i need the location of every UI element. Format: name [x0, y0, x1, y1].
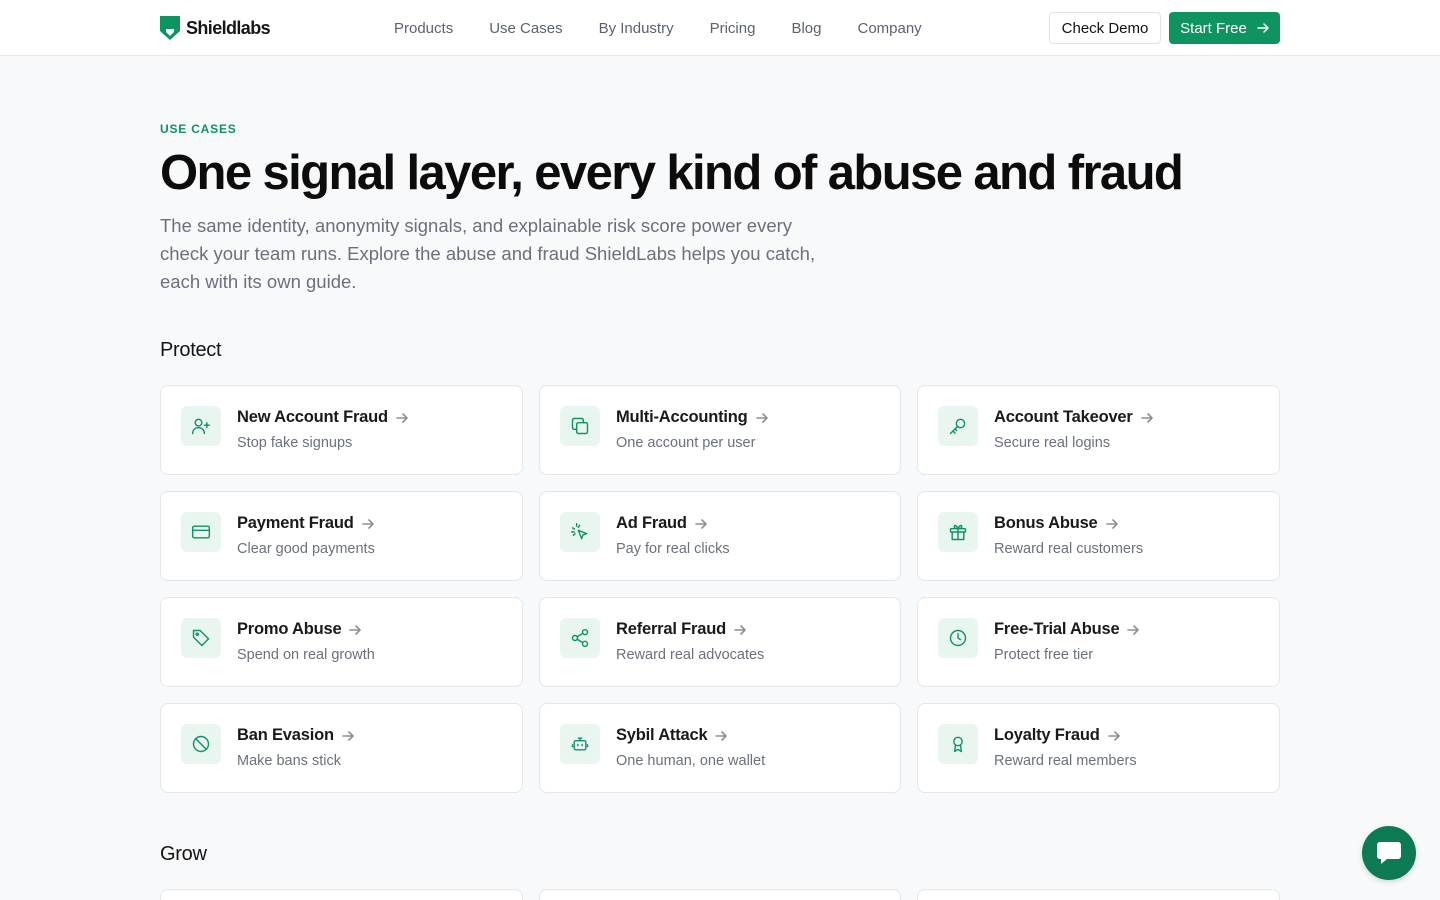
nav-company[interactable]: Company: [857, 20, 921, 37]
card-ban-evasion[interactable]: Ban Evasion Make bans stick: [160, 703, 523, 793]
protect-cards-grid: New Account Fraud Stop fake signups Mult…: [160, 385, 1280, 793]
icon-box: [938, 512, 978, 552]
card-title: Sybil Attack: [616, 726, 708, 744]
card-title: Account Takeover: [994, 408, 1133, 426]
nav-pricing[interactable]: Pricing: [710, 20, 756, 37]
card-subtitle: Protect free tier: [994, 647, 1094, 663]
grow-card[interactable]: [160, 889, 523, 900]
card-referral-fraud[interactable]: Referral Fraud Reward real advocates: [539, 597, 901, 687]
card-title: Ad Fraud: [616, 514, 687, 532]
card-free-trial-abuse[interactable]: Free-Trial Abuse Protect free tier: [917, 597, 1280, 687]
card-title: Loyalty Fraud: [994, 726, 1100, 744]
arrow-right-icon: [342, 730, 354, 741]
hero-subtitle: The same identity, anonymity signals, an…: [160, 215, 816, 292]
card-title: Promo Abuse: [237, 620, 342, 638]
card-subtitle: Clear good payments: [237, 541, 375, 557]
arrow-right-icon: [1257, 23, 1269, 33]
share-icon: [571, 628, 589, 648]
bot-icon: [571, 737, 589, 751]
icon-box: [938, 406, 978, 446]
gift-icon: [949, 524, 967, 541]
arrow-right-icon: [361, 518, 374, 529]
card-loyalty-fraud[interactable]: Loyalty Fraud Reward real members: [917, 703, 1280, 793]
shield-logo-icon: [160, 16, 180, 40]
start-free-button[interactable]: Start Free: [1169, 12, 1280, 44]
brand-logo[interactable]: Shieldlabs: [160, 16, 271, 40]
copy-icon: [571, 417, 589, 435]
card-title: New Account Fraud: [237, 408, 388, 426]
arrow-right-icon: [695, 518, 707, 529]
icon-box: [181, 512, 221, 552]
card-payment-fraud[interactable]: Payment Fraud Clear good payments: [160, 491, 523, 581]
start-free-label: Start Free: [1180, 19, 1247, 37]
key-icon: [949, 418, 966, 435]
card-subtitle: Reward real members: [994, 753, 1137, 769]
arrow-right-icon: [1140, 412, 1153, 423]
icon-box: [560, 618, 600, 658]
credit-card-icon: [191, 525, 211, 539]
brand-name: Shieldlabs: [186, 17, 271, 38]
card-sybil-attack[interactable]: Sybil Attack One human, one wallet: [539, 703, 901, 793]
grow-card[interactable]: [917, 889, 1280, 900]
icon-box: [560, 406, 600, 446]
card-title: Payment Fraud: [237, 514, 354, 532]
card-new-account-fraud[interactable]: New Account Fraud Stop fake signups: [160, 385, 523, 475]
card-title: Bonus Abuse: [994, 514, 1098, 532]
card-title: Referral Fraud: [616, 620, 726, 638]
pointer-click-icon: [570, 522, 588, 540]
icon-box: [938, 724, 978, 764]
icon-box: [181, 724, 221, 764]
top-navigation-bar: Shieldlabs Products Use Cases By Industr…: [0, 0, 1440, 56]
chat-launcher-button[interactable]: [1362, 826, 1416, 880]
card-title: Ban Evasion: [237, 726, 334, 744]
card-multi-accounting[interactable]: Multi-Accounting One account per user: [539, 385, 901, 475]
card-promo-abuse[interactable]: Promo Abuse Spend on real growth: [160, 597, 523, 687]
icon-box: [560, 512, 600, 552]
arrow-right-icon: [715, 730, 728, 741]
grow-card[interactable]: [539, 889, 901, 900]
tag-icon: [192, 629, 210, 647]
nav-blog[interactable]: Blog: [791, 20, 821, 37]
card-subtitle: Make bans stick: [237, 753, 341, 769]
card-title: Free-Trial Abuse: [994, 620, 1120, 638]
main-nav: Products Use Cases By Industry Pricing B…: [394, 0, 922, 56]
arrow-right-icon: [734, 624, 746, 635]
card-subtitle: Stop fake signups: [237, 435, 353, 451]
arrow-right-icon: [1107, 730, 1120, 741]
card-subtitle: Reward real advocates: [616, 647, 765, 663]
arrow-right-icon: [1105, 518, 1118, 529]
nav-by-industry[interactable]: By Industry: [599, 20, 674, 37]
card-account-takeover[interactable]: Account Takeover Secure real logins: [917, 385, 1280, 475]
section-title-protect: Protect: [160, 339, 222, 361]
check-demo-button[interactable]: Check Demo: [1049, 12, 1161, 44]
arrow-right-icon: [755, 412, 768, 423]
chat-bubble-icon: [1377, 842, 1401, 864]
card-subtitle: One human, one wallet: [616, 753, 766, 769]
card-subtitle: Secure real logins: [994, 435, 1111, 451]
icon-box: [938, 618, 978, 658]
user-plus-icon: [191, 418, 211, 435]
card-ad-fraud[interactable]: Ad Fraud Pay for real clicks: [539, 491, 901, 581]
section-title-grow: Grow: [160, 843, 207, 865]
nav-use-cases[interactable]: Use Cases: [489, 20, 562, 37]
grow-cards-row: [160, 889, 1280, 900]
award-icon: [953, 736, 963, 753]
icon-box: [181, 406, 221, 446]
nav-products[interactable]: Products: [394, 20, 453, 37]
hero-eyebrow: USE CASES: [160, 122, 237, 136]
arrow-right-icon: [396, 412, 408, 423]
icon-box: [560, 724, 600, 764]
clock-icon: [949, 629, 967, 647]
page-title: One signal layer, every kind of abuse an…: [160, 146, 1184, 200]
card-subtitle: Pay for real clicks: [616, 541, 730, 557]
card-title: Multi-Accounting: [616, 408, 748, 426]
arrow-right-icon: [349, 624, 362, 635]
card-subtitle: Spend on real growth: [237, 647, 375, 663]
arrow-right-icon: [1127, 624, 1140, 635]
card-subtitle: Reward real customers: [994, 541, 1144, 557]
ban-icon: [192, 735, 210, 753]
card-bonus-abuse[interactable]: Bonus Abuse Reward real customers: [917, 491, 1280, 581]
card-subtitle: One account per user: [616, 435, 756, 451]
icon-box: [181, 618, 221, 658]
